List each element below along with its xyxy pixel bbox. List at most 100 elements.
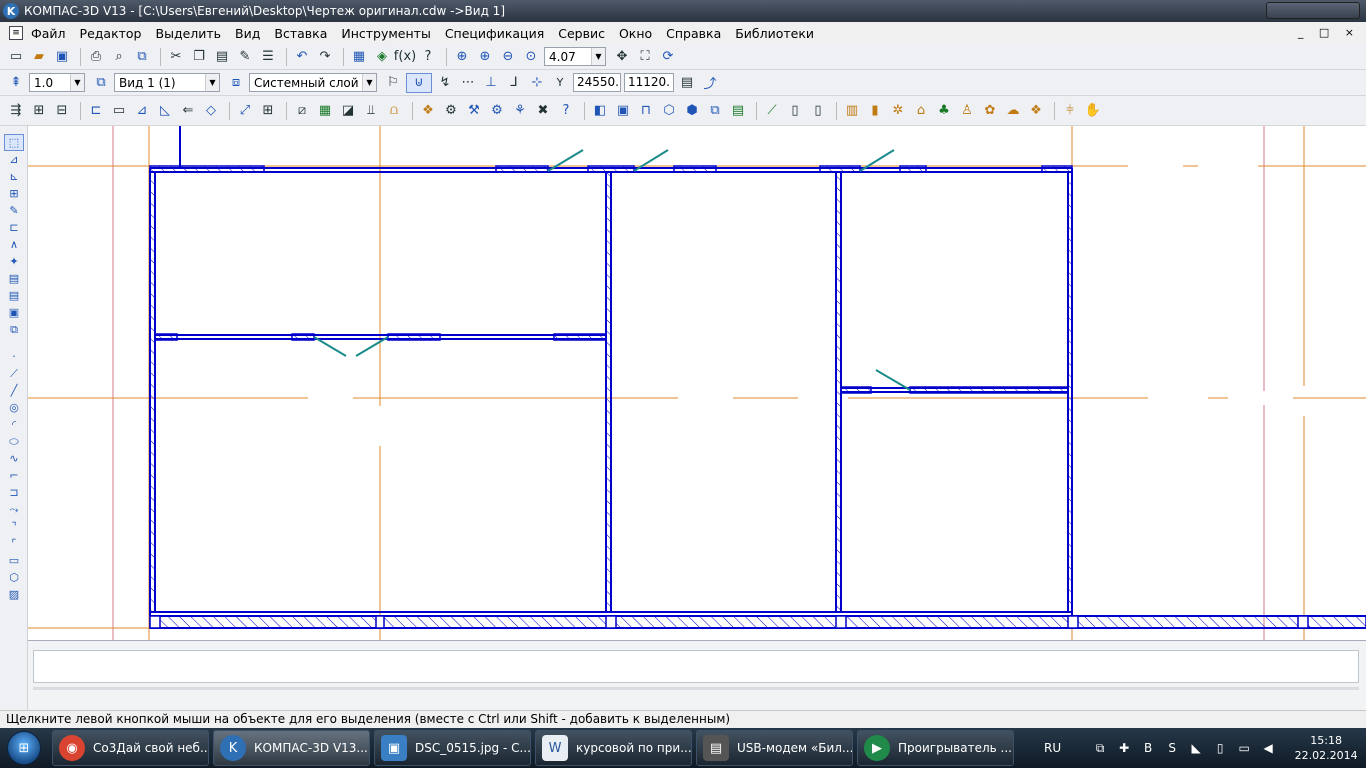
- view-icon[interactable]: ⧉: [91, 73, 111, 93]
- grid-tool-icon[interactable]: ⊞: [4, 185, 24, 202]
- view-combo[interactable]: Вид 1 (1) ▼: [114, 73, 220, 92]
- format-painter-icon[interactable]: ✎: [235, 47, 255, 67]
- task-media-player[interactable]: ▶ Проигрыватель ...: [857, 730, 1014, 766]
- cube-icon[interactable]: ⬢: [682, 101, 702, 121]
- menu-insert[interactable]: Вставка: [274, 26, 327, 41]
- polygon-icon[interactable]: ⬡: [4, 569, 24, 586]
- arc-icon[interactable]: ◜: [4, 416, 24, 433]
- network-icon[interactable]: ⧉: [1091, 739, 1109, 757]
- person-icon[interactable]: ♙: [957, 101, 977, 121]
- open-icon[interactable]: ▰: [29, 47, 49, 67]
- edit-sketch-icon[interactable]: ⤴: [700, 73, 720, 93]
- contour-icon[interactable]: ⊐: [4, 484, 24, 501]
- floor-plan-drawing[interactable]: [28, 126, 1366, 640]
- chevron-down-icon[interactable]: ▼: [205, 74, 219, 91]
- fill-icon[interactable]: ◪: [338, 101, 358, 121]
- grid-snap-icon[interactable]: ⊞: [29, 101, 49, 121]
- menu-view[interactable]: Вид: [235, 26, 260, 41]
- edit-tool-icon[interactable]: ✎: [4, 202, 24, 219]
- antivirus-icon[interactable]: ✚: [1115, 739, 1133, 757]
- menu-service[interactable]: Сервис: [558, 26, 605, 41]
- column-icon[interactable]: ⫫: [361, 101, 381, 121]
- tools-icon[interactable]: ✖: [533, 101, 553, 121]
- layer-icon[interactable]: ⧈: [226, 73, 246, 93]
- diamond-icon[interactable]: ◇: [201, 101, 221, 121]
- copy-element-icon[interactable]: ⧉: [705, 101, 725, 121]
- help-icon[interactable]: ?: [556, 101, 576, 121]
- help-pointer-icon[interactable]: ?: [418, 47, 438, 67]
- properties-icon[interactable]: ☰: [258, 47, 278, 67]
- task-usb-modem[interactable]: ▤ USB-модем «Бил...: [696, 730, 853, 766]
- vk-icon[interactable]: В: [1139, 739, 1157, 757]
- chamfer-icon[interactable]: ⌝: [4, 518, 24, 535]
- menu-editor[interactable]: Редактор: [80, 26, 142, 41]
- menu-window[interactable]: Окно: [619, 26, 652, 41]
- coord-y-field[interactable]: 11120.: [624, 73, 674, 92]
- document-params-icon[interactable]: ▤: [677, 73, 697, 93]
- refresh-icon[interactable]: ⟳: [658, 47, 678, 67]
- hatch-icon[interactable]: ⧄: [292, 101, 312, 121]
- usb-icon[interactable]: ▯: [1211, 739, 1229, 757]
- undo-icon[interactable]: ↶: [292, 47, 312, 67]
- chevron-down-icon[interactable]: ▼: [70, 74, 84, 91]
- bolt-icon[interactable]: ⬡: [659, 101, 679, 121]
- tag-icon[interactable]: ❖: [1026, 101, 1046, 121]
- step-combo[interactable]: 1.0 ▼: [29, 73, 85, 92]
- menu-select[interactable]: Выделить: [156, 26, 222, 41]
- door-icon[interactable]: ▮: [865, 101, 885, 121]
- filter-icon[interactable]: ⚐: [383, 73, 403, 93]
- select-filter-icon[interactable]: ✦: [4, 253, 24, 270]
- task-kompas[interactable]: K КОМПАС-3D V13...: [213, 730, 370, 766]
- stair-icon[interactable]: ⊏: [86, 101, 106, 121]
- task-photo-viewer[interactable]: ▣ DSC_0515.jpg - С...: [374, 730, 531, 766]
- parts-icon[interactable]: ⚙: [441, 101, 461, 121]
- grid-icon[interactable]: ⋯: [458, 73, 478, 93]
- arrow-left-icon[interactable]: ⇐: [178, 101, 198, 121]
- frame-icon[interactable]: ▣: [613, 101, 633, 121]
- preview-icon[interactable]: ⌕: [109, 47, 129, 67]
- layers-icon[interactable]: ⤢: [235, 101, 255, 121]
- language-indicator[interactable]: RU: [1044, 741, 1061, 755]
- document-icon[interactable]: ≡: [9, 26, 23, 40]
- spreadsheet-icon[interactable]: ▦: [315, 101, 335, 121]
- fragment-icon[interactable]: ⧉: [4, 321, 24, 338]
- segment-icon[interactable]: ╱: [4, 382, 24, 399]
- paste-icon[interactable]: ▤: [212, 47, 232, 67]
- fence-icon[interactable]: ⫩: [1060, 101, 1080, 121]
- nvidia-icon[interactable]: ◣: [1187, 739, 1205, 757]
- window-controls[interactable]: [1266, 2, 1360, 19]
- menu-libraries[interactable]: Библиотеки: [735, 26, 814, 41]
- point-icon[interactable]: ·: [4, 348, 24, 365]
- clock[interactable]: 15:18 22.02.2014: [1291, 733, 1361, 763]
- zoom-in-icon[interactable]: ⊕: [475, 47, 495, 67]
- cloud-icon[interactable]: ☁: [1003, 101, 1023, 121]
- menu-tools[interactable]: Инструменты: [341, 26, 430, 41]
- circle-icon[interactable]: ◎: [4, 399, 24, 416]
- local-cs-icon[interactable]: ⊥: [481, 73, 501, 93]
- redo-icon[interactable]: ↷: [315, 47, 335, 67]
- local-snap-icon[interactable]: ↯: [435, 73, 455, 93]
- new-document-icon[interactable]: ▭: [6, 47, 26, 67]
- manager-icon[interactable]: ⧉: [132, 47, 152, 67]
- print-icon[interactable]: ⎙: [86, 47, 106, 67]
- report-icon[interactable]: ▤: [4, 287, 24, 304]
- pan-icon[interactable]: ✥: [612, 47, 632, 67]
- library-manager-icon[interactable]: ◈: [372, 47, 392, 67]
- dimension-icon[interactable]: ⊾: [4, 168, 24, 185]
- measure-tool-icon[interactable]: ∧: [4, 236, 24, 253]
- monitor-icon[interactable]: ▭: [1235, 739, 1253, 757]
- fasteners-icon[interactable]: ⚙: [487, 101, 507, 121]
- show-all-icon[interactable]: ⛶: [635, 47, 655, 67]
- properties-field[interactable]: [33, 650, 1359, 683]
- pipes-icon[interactable]: ⚘: [510, 101, 530, 121]
- table-icon[interactable]: ⊞: [258, 101, 278, 121]
- task-chrome[interactable]: ◉ Со3Дай свой неб...: [52, 730, 209, 766]
- page-alt-icon[interactable]: ▯: [808, 101, 828, 121]
- volume-icon[interactable]: ◀: [1259, 739, 1277, 757]
- assembly-icon[interactable]: ⚒: [464, 101, 484, 121]
- spline-icon[interactable]: ∿: [4, 450, 24, 467]
- insert-icon[interactable]: ▣: [4, 304, 24, 321]
- sheet-icon[interactable]: ▤: [728, 101, 748, 121]
- layer-combo[interactable]: Системный слой ( ▼: [249, 73, 377, 92]
- round-icon[interactable]: ⊹: [527, 73, 547, 93]
